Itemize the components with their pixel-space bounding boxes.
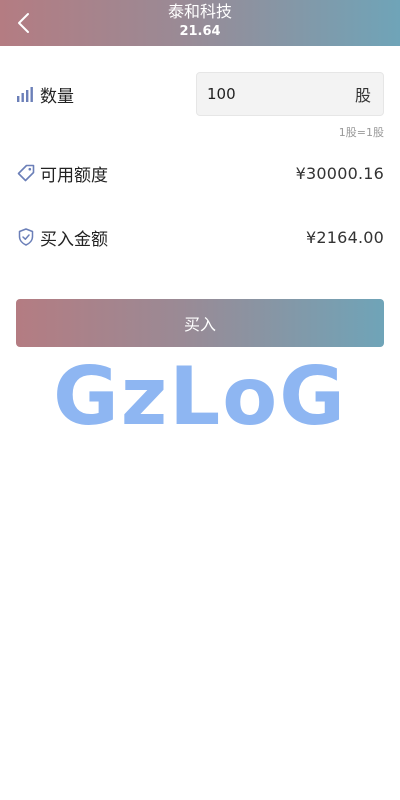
stock-price: 21.64 [179, 24, 221, 39]
amount-label: 买入金额 [40, 229, 108, 250]
quantity-field[interactable]: 股 [196, 72, 384, 116]
quantity-row: 数量 股 [16, 71, 384, 117]
watermark-logo: GzLoG [53, 350, 347, 443]
available-label: 可用额度 [40, 165, 108, 186]
quantity-hint: 1股=1股 [338, 126, 384, 139]
amount-label-group: 买入金额 [16, 225, 108, 250]
tag-icon [16, 163, 36, 183]
amount-row: 买入金额 ¥2164.00 [16, 224, 384, 250]
available-row: 可用额度 ¥30000.16 [16, 160, 384, 186]
amount-value: ¥2164.00 [306, 227, 384, 247]
stock-name: 泰和科技 [167, 2, 232, 21]
shield-icon [16, 227, 36, 247]
quantity-label-group: 数量 [16, 82, 74, 107]
header-title-group: 泰和科技 21.64 [0, 2, 400, 39]
trade-page: 泰和科技 21.64 数量 股 1股=1股 [0, 0, 400, 800]
quantity-unit: 股 [354, 86, 371, 105]
signal-bars-icon [16, 84, 36, 104]
available-label-group: 可用额度 [16, 161, 108, 186]
header-bar: 泰和科技 21.64 [0, 0, 400, 46]
available-value: ¥30000.16 [295, 163, 384, 183]
buy-button[interactable]: 买入 [16, 299, 384, 347]
quantity-label: 数量 [40, 86, 74, 107]
quantity-input[interactable] [207, 85, 327, 103]
